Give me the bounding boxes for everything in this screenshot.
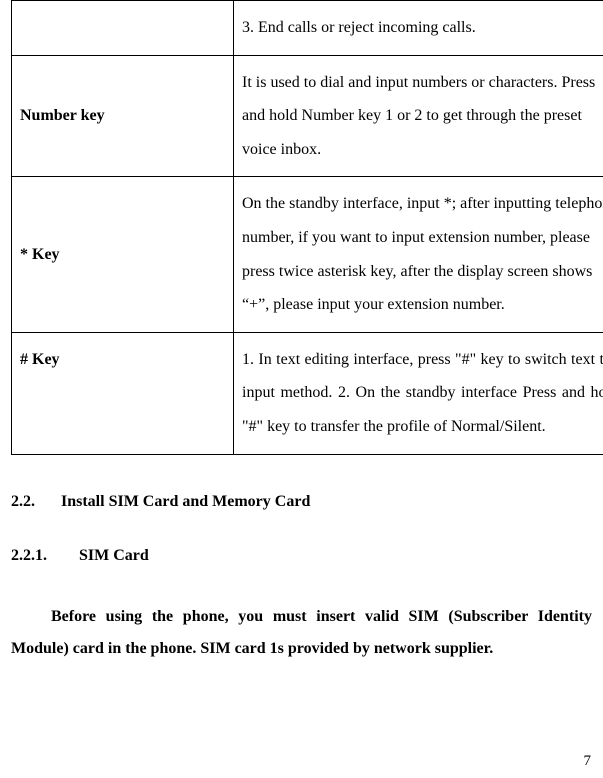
table-row: # Key 1. In text editing interface, pres… [12,332,603,454]
table-row: Number key It is used to dial and input … [12,55,603,177]
subsection-heading: 2.2.1. SIM Card [11,547,603,565]
key-desc-cell: It is used to dial and input numbers or … [234,55,603,177]
key-label-cell: Number key [12,55,234,177]
body-paragraph: Before using the phone, you must insert … [11,601,592,665]
key-desc-cell: 1. In text editing interface, press "#" … [234,332,603,454]
section-number: 2.2. [11,493,57,511]
page-number: 7 [584,753,592,770]
key-desc-cell: 3. End calls or reject incoming calls. [234,1,603,56]
key-label-cell: # Key [12,332,234,454]
section-title: Install SIM Card and Memory Card [61,493,310,510]
subsection-number: 2.2.1. [11,547,75,565]
table-row: * Key On the standby interface, input *;… [12,177,603,332]
section-heading: 2.2. Install SIM Card and Memory Card [11,493,603,511]
table-row: 3. End calls or reject incoming calls. [12,1,603,56]
key-desc-cell: On the standby interface, input *; after… [234,177,603,332]
keys-table: 3. End calls or reject incoming calls. N… [11,0,603,455]
key-label-cell [12,1,234,56]
subsection-title: SIM Card [79,547,149,564]
key-label-cell: * Key [12,177,234,332]
